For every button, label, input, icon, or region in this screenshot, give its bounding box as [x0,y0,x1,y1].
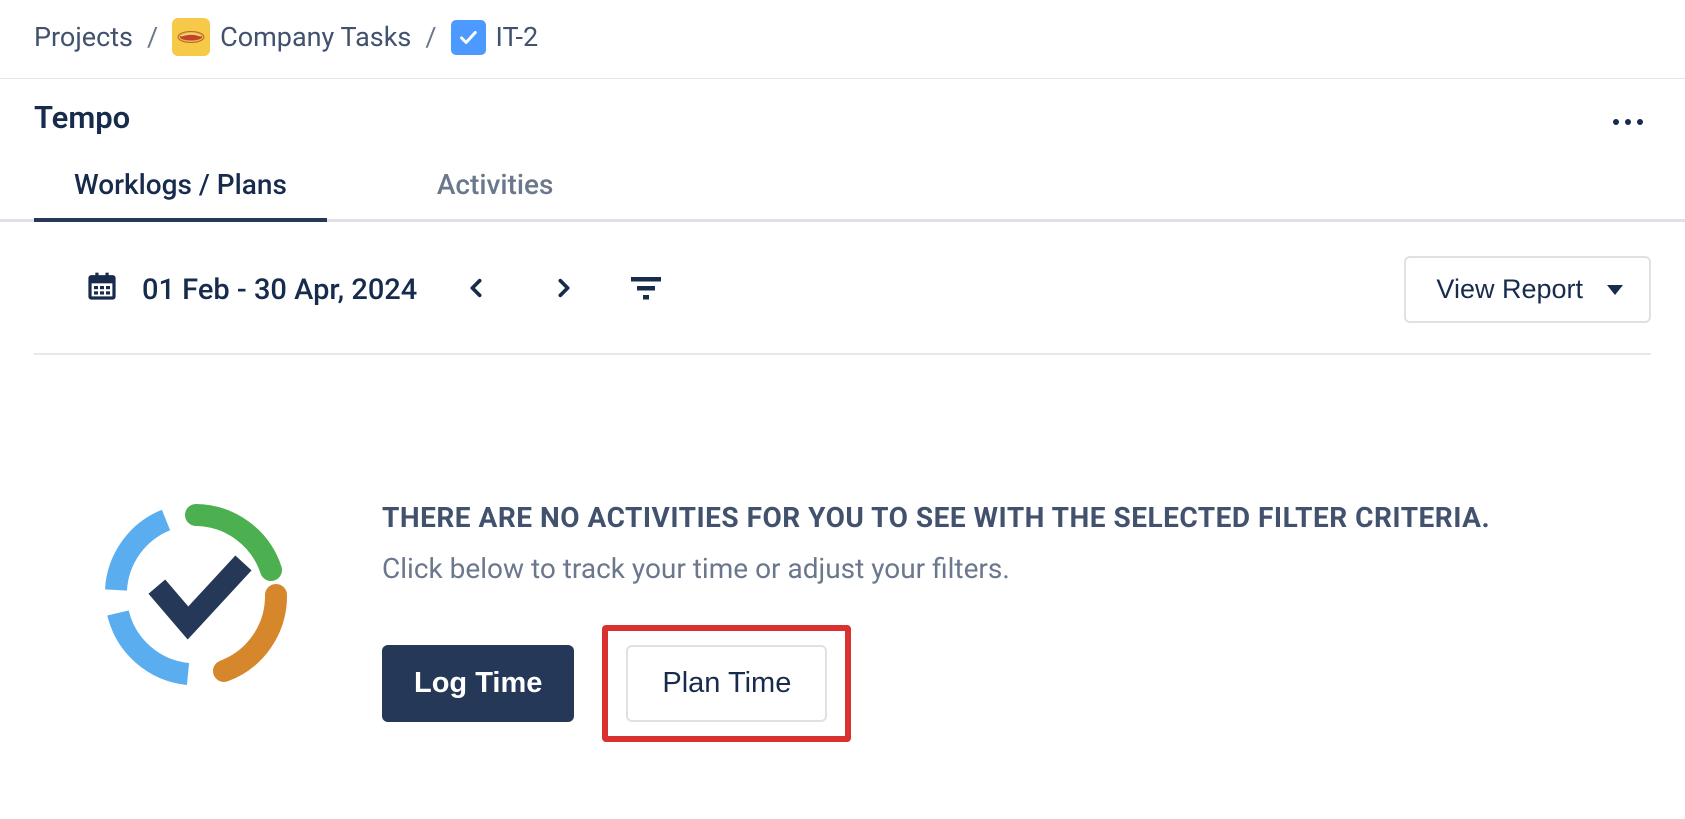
plan-time-button[interactable]: Plan Time [626,645,827,722]
empty-state-text: THERE ARE NO ACTIVITIES FOR YOU TO SEE W… [382,495,1651,742]
project-avatar-icon [172,18,210,56]
empty-state-illustration [96,495,296,699]
next-period-button[interactable] [535,268,593,312]
empty-state-subtext: Click below to track your time or adjust… [382,552,1651,585]
view-report-label: View Report [1436,274,1583,305]
plan-time-highlight: Plan Time [602,625,851,742]
filter-icon [629,275,663,301]
tabs: Worklogs / Plans Activities [0,168,1685,222]
breadcrumb-projects-link[interactable]: Projects [34,21,133,53]
breadcrumb-separator: / [421,21,440,53]
more-menu-button[interactable] [1605,95,1651,140]
issue-type-icon [451,20,486,55]
breadcrumb-project-link[interactable]: Company Tasks [220,21,411,53]
calendar-icon [86,270,118,310]
date-range-label: 01 Feb - 30 Apr, 2024 [142,273,417,307]
prev-period-button[interactable] [447,268,505,312]
empty-state-actions: Log Time Plan Time [382,625,1651,742]
filter-button[interactable] [623,269,669,311]
chevron-right-icon [553,274,575,302]
tab-activities[interactable]: Activities [397,168,594,219]
toolbar-left: 01 Feb - 30 Apr, 2024 [86,268,669,312]
breadcrumb-separator: / [143,21,162,53]
empty-state-heading: THERE ARE NO ACTIVITIES FOR YOU TO SEE W… [382,501,1651,534]
chevron-left-icon [465,274,487,302]
panel-header: Tempo [0,79,1685,140]
log-time-button[interactable]: Log Time [382,645,574,722]
breadcrumb-issue-link[interactable]: IT-2 [496,21,539,53]
breadcrumb: Projects / Company Tasks / IT-2 [0,0,1685,79]
panel-title: Tempo [34,99,130,136]
view-report-dropdown[interactable]: View Report [1404,256,1651,323]
empty-state: THERE ARE NO ACTIVITIES FOR YOU TO SEE W… [0,355,1685,742]
caret-down-icon [1607,285,1623,295]
tab-worklogs-plans[interactable]: Worklogs / Plans [34,168,327,219]
date-range-picker[interactable]: 01 Feb - 30 Apr, 2024 [86,270,417,310]
toolbar: 01 Feb - 30 Apr, 2024 View Report [34,222,1651,355]
